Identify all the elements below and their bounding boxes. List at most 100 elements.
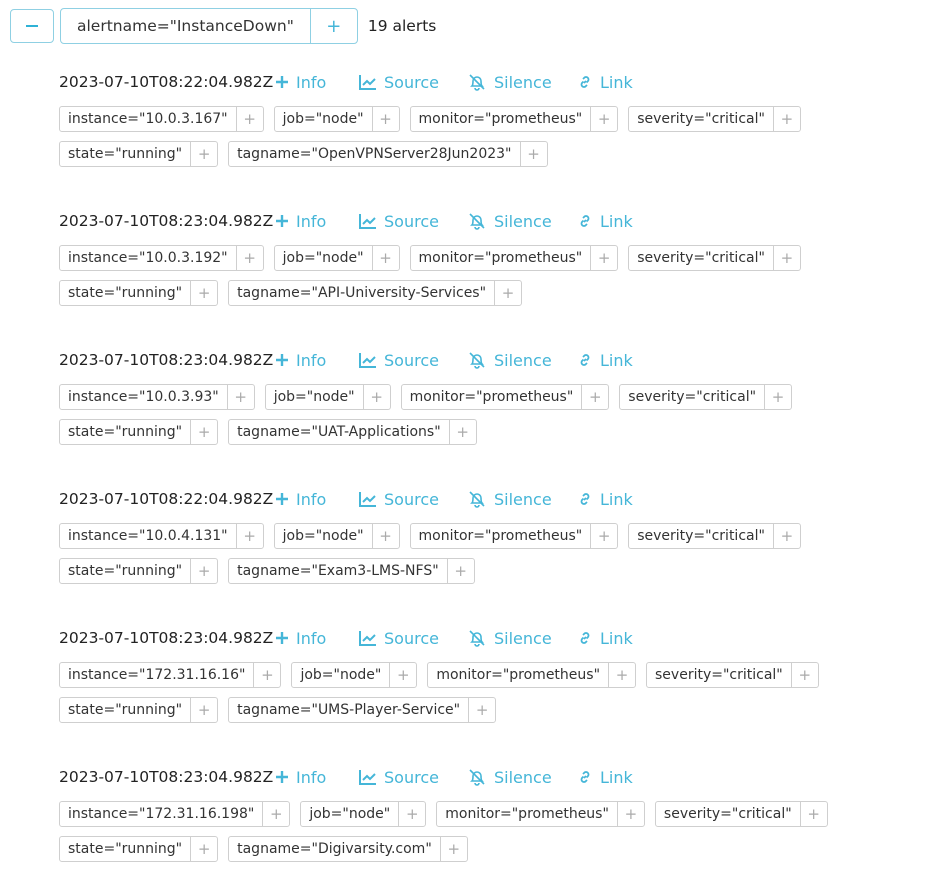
label-text[interactable]: job="node"	[275, 524, 372, 548]
add-label-filter-button[interactable]: +	[371, 524, 399, 548]
info-button[interactable]: Info	[275, 490, 359, 509]
link-button[interactable]: Link	[577, 768, 633, 787]
link-button[interactable]: Link	[577, 629, 633, 648]
add-label-filter-button[interactable]: +	[389, 663, 416, 687]
label-text[interactable]: tagname="Digivarsity.com"	[229, 837, 440, 861]
label-text[interactable]: instance="10.0.3.192"	[60, 246, 236, 270]
info-button[interactable]: Info	[275, 212, 359, 231]
label-text[interactable]: instance="10.0.3.93"	[60, 385, 227, 409]
label-text[interactable]: monitor="prometheus"	[402, 385, 582, 409]
link-button[interactable]: Link	[577, 73, 633, 92]
label-text[interactable]: state="running"	[60, 698, 190, 722]
silence-button[interactable]: Silence	[467, 629, 577, 648]
link-button[interactable]: Link	[577, 490, 633, 509]
add-label-filter-button[interactable]: +	[772, 246, 800, 270]
add-label-filter-button[interactable]: +	[519, 142, 547, 166]
add-label-filter-button[interactable]: +	[262, 802, 289, 826]
label-text[interactable]: severity="critical"	[629, 524, 773, 548]
label-text[interactable]: severity="critical"	[647, 663, 791, 687]
source-button[interactable]: Source	[359, 490, 467, 509]
label-text[interactable]: job="node"	[292, 663, 389, 687]
label-text[interactable]: state="running"	[60, 142, 190, 166]
add-label-filter-button[interactable]: +	[764, 385, 791, 409]
link-button[interactable]: Link	[577, 212, 633, 231]
add-label-filter-button[interactable]: +	[616, 802, 644, 826]
add-label-filter-button[interactable]: +	[190, 281, 217, 305]
add-label-filter-button[interactable]: +	[590, 246, 617, 270]
source-button[interactable]: Source	[359, 212, 467, 231]
add-label-filter-button[interactable]: +	[362, 385, 390, 409]
label-text[interactable]: instance="172.31.16.198"	[60, 802, 262, 826]
label-text[interactable]: tagname="UMS-Player-Service"	[229, 698, 468, 722]
add-label-filter-button[interactable]: +	[590, 107, 617, 131]
silence-button[interactable]: Silence	[467, 73, 577, 92]
source-button[interactable]: Source	[359, 73, 467, 92]
label-text[interactable]: tagname="API-University-Services"	[229, 281, 494, 305]
label-text[interactable]: tagname="OpenVPNServer28Jun2023"	[229, 142, 519, 166]
source-button[interactable]: Source	[359, 768, 467, 787]
source-button[interactable]: Source	[359, 351, 467, 370]
add-label-filter-button[interactable]: +	[439, 837, 467, 861]
silence-button[interactable]: Silence	[467, 490, 577, 509]
add-label-filter-button[interactable]: +	[190, 837, 217, 861]
label-text[interactable]: tagname="UAT-Applications"	[229, 420, 449, 444]
label-text[interactable]: instance="172.31.16.16"	[60, 663, 253, 687]
add-label-filter-button[interactable]: +	[590, 524, 617, 548]
add-label-filter-button[interactable]: +	[235, 107, 263, 131]
add-label-filter-button[interactable]: +	[190, 420, 217, 444]
label-text[interactable]: monitor="prometheus"	[428, 663, 608, 687]
add-label-filter-button[interactable]: +	[446, 559, 474, 583]
label-text[interactable]: severity="critical"	[656, 802, 800, 826]
add-label-filter-button[interactable]: +	[608, 663, 635, 687]
add-label-filter-button[interactable]: +	[235, 246, 263, 270]
add-label-filter-button[interactable]: +	[371, 246, 399, 270]
add-label-filter-button[interactable]: +	[448, 420, 476, 444]
label-text[interactable]: job="node"	[275, 107, 372, 131]
label-text[interactable]: severity="critical"	[629, 107, 773, 131]
add-label-filter-button[interactable]: +	[253, 663, 280, 687]
add-label-filter-button[interactable]: +	[235, 524, 263, 548]
collapse-group-button[interactable]	[10, 9, 54, 43]
group-filter-label[interactable]: alertname="InstanceDown"	[61, 9, 310, 43]
info-button[interactable]: Info	[275, 629, 359, 648]
label-text[interactable]: tagname="Exam3-LMS-NFS"	[229, 559, 447, 583]
add-label-filter-button[interactable]: +	[772, 107, 800, 131]
add-label-filter-button[interactable]: +	[790, 663, 818, 687]
label-text[interactable]: state="running"	[60, 837, 190, 861]
add-filter-button[interactable]: +	[309, 9, 357, 43]
silence-button[interactable]: Silence	[467, 212, 577, 231]
label-text[interactable]: monitor="prometheus"	[411, 524, 591, 548]
add-label-filter-button[interactable]: +	[468, 698, 495, 722]
label-text[interactable]: state="running"	[60, 559, 190, 583]
silence-button[interactable]: Silence	[467, 768, 577, 787]
add-label-filter-button[interactable]: +	[581, 385, 608, 409]
info-button[interactable]: Info	[275, 768, 359, 787]
add-label-filter-button[interactable]: +	[226, 385, 254, 409]
add-label-filter-button[interactable]: +	[190, 142, 217, 166]
label-text[interactable]: job="node"	[275, 246, 372, 270]
label-text[interactable]: severity="critical"	[620, 385, 764, 409]
label-text[interactable]: monitor="prometheus"	[411, 246, 591, 270]
add-label-filter-button[interactable]: +	[494, 281, 521, 305]
label-text[interactable]: monitor="prometheus"	[411, 107, 591, 131]
add-label-filter-button[interactable]: +	[190, 698, 217, 722]
info-button[interactable]: Info	[275, 73, 359, 92]
label-text[interactable]: state="running"	[60, 420, 190, 444]
add-label-filter-button[interactable]: +	[799, 802, 827, 826]
info-button[interactable]: Info	[275, 351, 359, 370]
label-text[interactable]: state="running"	[60, 281, 190, 305]
label-text[interactable]: monitor="prometheus"	[437, 802, 617, 826]
source-button[interactable]: Source	[359, 629, 467, 648]
label-text[interactable]: severity="critical"	[629, 246, 773, 270]
silence-button[interactable]: Silence	[467, 351, 577, 370]
label-text[interactable]: instance="10.0.4.131"	[60, 524, 236, 548]
add-label-filter-button[interactable]: +	[190, 559, 217, 583]
add-label-filter-button[interactable]: +	[371, 107, 399, 131]
label-text[interactable]: job="node"	[266, 385, 363, 409]
add-label-filter-button[interactable]: +	[398, 802, 425, 826]
label-chip: severity="critical" +	[628, 523, 801, 549]
link-button[interactable]: Link	[577, 351, 633, 370]
add-label-filter-button[interactable]: +	[772, 524, 800, 548]
label-text[interactable]: job="node"	[301, 802, 398, 826]
label-text[interactable]: instance="10.0.3.167"	[60, 107, 236, 131]
